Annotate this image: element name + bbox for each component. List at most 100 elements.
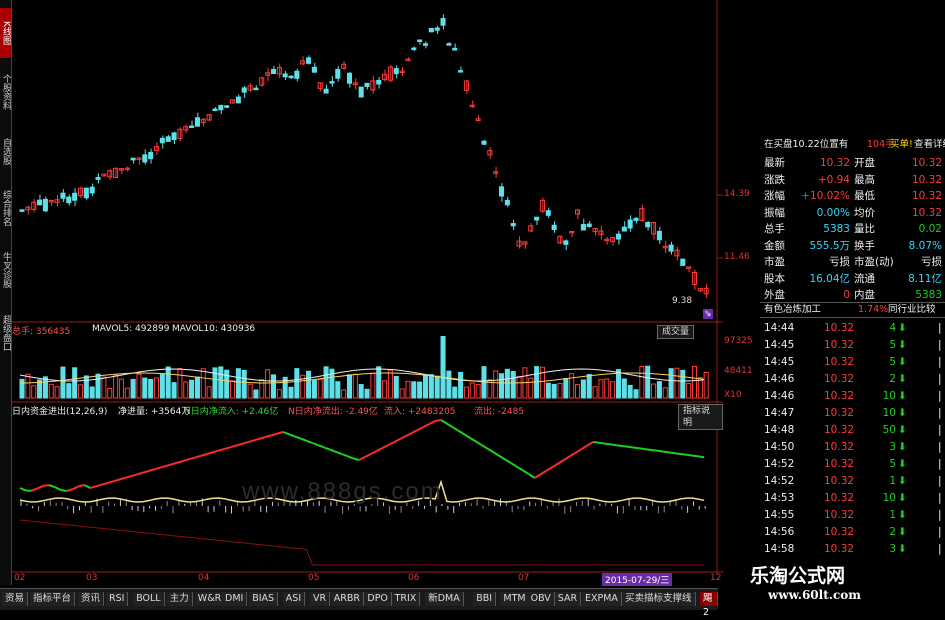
volume-bar [119,379,123,398]
fund-flow-segment [137,473,143,475]
fund-flow-segment [459,431,465,435]
industry-pct: 1.74% [858,303,888,317]
candle [482,141,486,144]
fund-flow-segment [43,485,49,486]
indicator-tab[interactable]: ASI [283,592,305,606]
sidebar-tab-diagnosis[interactable]: 牛叉诊股 [0,240,11,300]
tick-row: 14:5310.3210⬇| [760,491,945,505]
down-arrow-icon: ⬇ [898,321,907,335]
indicator-tab[interactable]: VR [310,592,330,606]
indicator-tab[interactable]: SAR [555,592,581,606]
volume-indicator-button[interactable]: 成交量 [657,325,694,339]
tick-time: 14:56 [764,525,794,539]
down-arrow-icon: ⬇ [898,491,907,505]
volume-bar [681,370,685,398]
sidebar-tab-ranking[interactable]: 综合排名 [0,180,11,235]
tick-divider: | [938,372,942,386]
candle [38,200,42,205]
sidebar-tab-stock-info[interactable]: 个股资料 [0,62,11,122]
fund-flow-segment [464,434,470,438]
volume-bar [383,381,387,398]
tick-divider: | [938,406,942,420]
tick-divider: | [938,389,942,403]
indicator-tab[interactable]: RSI [106,592,128,606]
fund-flow-segment [517,467,523,471]
tick-price: 10.32 [824,491,854,505]
candle [84,188,88,198]
volume-bar [73,368,77,398]
indicator-tab[interactable]: DMI [222,592,247,606]
indicator-tab[interactable]: BBI [473,592,496,606]
fund-flow-segment [207,452,213,454]
tick-time: 14:53 [764,491,794,505]
fund-flow-segment [96,485,102,487]
tick-divider: | [938,474,942,488]
quote-value: 5383 [800,222,850,236]
candle [96,178,100,180]
tick-price: 10.32 [824,321,854,335]
fund-flow-segment [73,486,79,489]
volume-bar [669,369,673,398]
indicator-tab[interactable]: W&R [195,592,225,606]
quote-label: 内盘 [854,288,875,302]
indicator-tab[interactable]: BOLL [133,592,164,606]
fund-flow-segment [20,488,26,491]
indicator-tab[interactable]: 飓2 [700,592,718,606]
indicator-tab[interactable]: EXPMA [582,592,622,606]
industry-name[interactable]: 有色冶炼加工 [764,303,821,317]
fund-flow-segment [347,456,353,458]
indicator-tab[interactable]: 指标平台 [30,592,75,606]
sidebar-tab-kline[interactable]: K线图 [0,8,11,58]
fund-flow-segment [634,448,640,449]
volume-bar [231,381,235,398]
volume-bar [295,369,299,398]
sidebar-tab-super-quote[interactable]: 超级盘口 [0,305,11,360]
indicator-tab[interactable]: MTM [500,592,529,606]
candle [552,225,556,229]
volume-bar [312,380,316,398]
indicator-tab[interactable]: 主力 [167,592,193,606]
indicator-tab[interactable]: BIAS [249,592,278,606]
candle [166,137,170,142]
indicator-tab[interactable]: ARBR [331,592,364,606]
candle [43,199,47,210]
candle [131,158,135,160]
industry-compare-link[interactable]: 同行业比较 [888,303,936,317]
fund-flow-segment [499,456,505,460]
tick-price: 10.32 [824,508,854,522]
fund-flow-segment [505,460,511,464]
fund-flow-segment [213,451,219,453]
indicator-tab[interactable]: 资易 [2,592,28,606]
candle [73,193,77,200]
fund-flow-segment [67,489,73,491]
tick-price: 10.32 [824,389,854,403]
view-detail-link[interactable]: 查看详细 [914,138,945,152]
volume-bar [49,384,53,398]
fund-flow-segment [646,449,652,450]
fund-flow-segment [318,445,324,447]
volume-bar [546,383,550,398]
indicator-tab[interactable]: OBV [528,592,555,606]
down-arrow-icon: ⬇ [898,457,907,471]
volume-bar [318,379,322,398]
volume-bar [266,370,270,398]
quote-value: 10.32 [904,173,942,187]
fund-flow-segment [564,456,570,460]
indicator-tab[interactable]: 买卖描标支撑线 [622,592,696,606]
indicator-tab[interactable]: TRIX [392,592,421,606]
quote-value: +0.94 [800,173,850,187]
sidebar-tab-watchlist[interactable]: 自选股 [0,126,11,176]
tick-price: 10.32 [824,474,854,488]
indicator-tab[interactable]: DPO [364,592,392,606]
indicator-tab[interactable]: 资讯 [78,592,104,606]
volume-bar [611,382,615,398]
volume-bar [125,388,129,398]
volume-bar [675,368,679,398]
indicator-help-button[interactable]: 指标说明 [678,404,723,430]
fund-inflow: 流入: +2483205 [384,404,456,417]
quote-label: 涨跌 [764,173,785,187]
volume-bar [459,372,463,398]
fund-flow-segment [622,446,628,447]
quote-value: 5383 [904,288,942,302]
indicator-tab[interactable]: 新DMA [425,592,464,606]
